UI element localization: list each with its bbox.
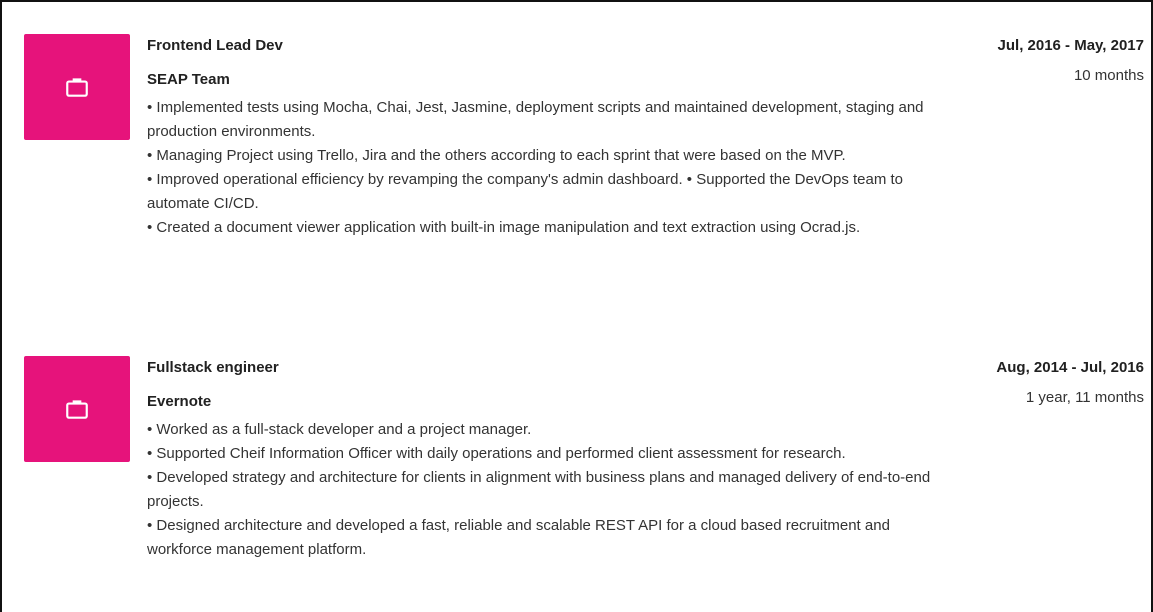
experience-bullets: • Implemented tests using Mocha, Chai, J… <box>147 96 937 240</box>
experience-badge <box>24 356 130 462</box>
job-title: Frontend Lead Dev <box>147 37 283 54</box>
briefcase-icon <box>66 400 88 419</box>
duration: 1 year, 11 months <box>1025 389 1144 406</box>
experience-badge <box>24 34 130 140</box>
duration: 10 months <box>1073 67 1144 84</box>
experience-bullet: • Worked as a full-stack developer and a… <box>147 421 532 438</box>
job-title: Fullstack engineer <box>147 359 279 376</box>
date-range: Aug, 2014 - Jul, 2016 <box>996 359 1144 376</box>
experience-bullet: • Designed architecture and developed a … <box>147 517 890 558</box>
experience-bullet: • Improved operational efficiency by rev… <box>147 171 904 212</box>
experience-panel: Frontend Lead Dev SEAP Team • Implemente… <box>0 0 1153 612</box>
company-name: Evernote <box>147 393 212 410</box>
experience-dates: Jul, 2016 - May, 2017 10 months <box>844 34 1144 88</box>
experience-bullets: • Worked as a full-stack developer and a… <box>147 418 937 562</box>
experience-dates: Aug, 2014 - Jul, 2016 1 year, 11 months <box>844 356 1144 410</box>
experience-bullet: • Implemented tests using Mocha, Chai, J… <box>147 99 924 140</box>
experience-details: Frontend Lead Dev SEAP Team • Implemente… <box>147 34 937 240</box>
company-name: SEAP Team <box>147 71 230 88</box>
experience-bullet: • Managing Project using Trello, Jira an… <box>147 147 846 164</box>
experience-bullet: • Supported Cheif Information Officer wi… <box>147 445 846 462</box>
experience-bullet: • Developed strategy and architecture fo… <box>147 469 931 510</box>
experience-bullet: • Created a document viewer application … <box>147 219 861 236</box>
date-range: Jul, 2016 - May, 2017 <box>997 37 1144 54</box>
experience-details: Fullstack engineer Evernote • Worked as … <box>147 356 937 562</box>
briefcase-icon <box>66 78 88 97</box>
